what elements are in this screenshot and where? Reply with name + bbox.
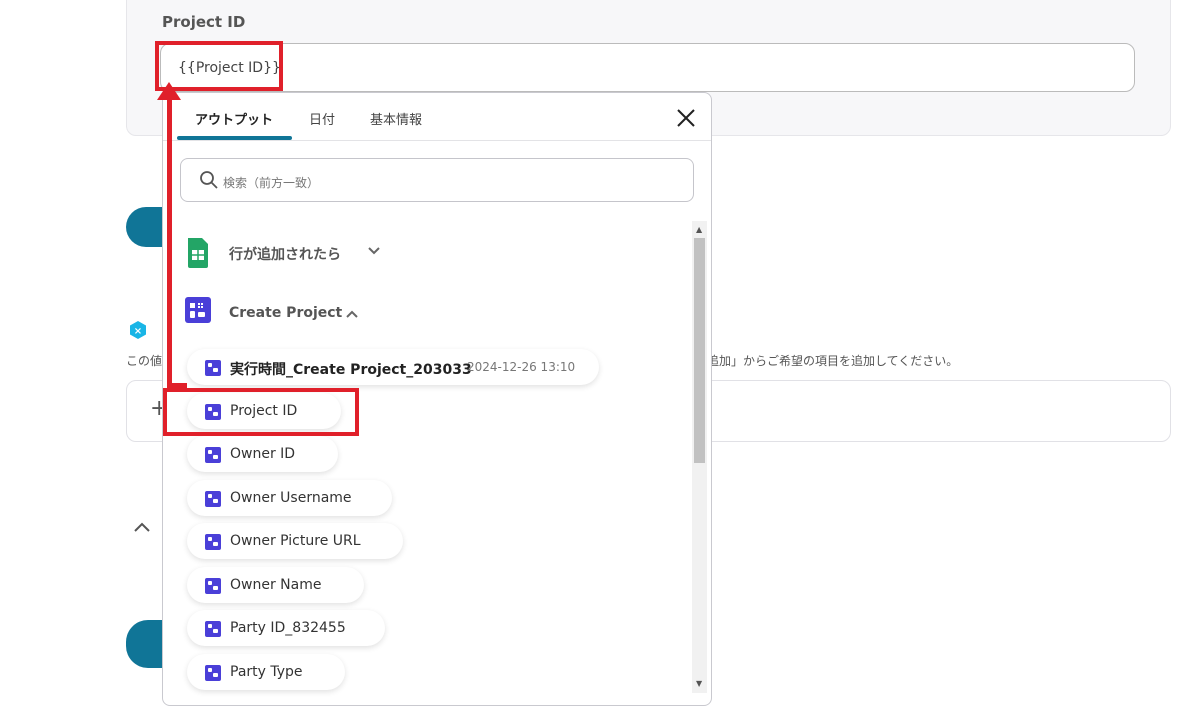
item-label: 実行時間_Create Project_203033 [230,362,472,378]
tab-basic-info[interactable]: 基本情報 [370,109,422,128]
item-label: Owner ID [230,446,296,462]
list-item[interactable]: Owner ID [187,436,338,472]
annotation-line [167,98,172,388]
tab-divider [163,140,711,141]
app-icon [205,621,221,637]
highlight-box-project-id [163,388,359,436]
list-item[interactable]: Owner Picture URL [187,523,403,559]
app-icon [205,491,221,507]
list-item[interactable]: Party ID_832455 [187,610,385,646]
close-icon[interactable] [675,107,697,129]
svg-text:×: × [134,326,142,337]
help-text-continued: 追加」からご希望の項目を追加してください。 [707,354,959,368]
list-item[interactable]: Owner Name [187,567,364,603]
google-sheets-icon [188,238,208,268]
collapse-chevron-icon[interactable] [133,517,151,538]
item-label: Owner Picture URL [230,533,361,549]
help-text: この値 [126,354,163,368]
app-icon [205,447,221,463]
item-value-preview: 2024-12-26 13:10 [467,360,576,374]
item-label: Owner Username [230,490,352,506]
app-icon [205,578,221,594]
primary-action-button[interactable] [126,207,166,247]
list-item[interactable]: Party Type [187,654,345,690]
tab-date[interactable]: 日付 [309,109,335,128]
app-icon [185,297,211,323]
app-icon [205,534,221,550]
scroll-down-icon[interactable]: ▼ [696,679,702,688]
list-item[interactable]: 実行時間_Create Project_203033 2024-12-26 13… [187,349,599,385]
tab-output[interactable]: アウトプット [195,109,273,128]
search-icon [200,171,218,189]
app-logo-icon: × [130,321,146,339]
scrollbar-thumb[interactable] [694,238,705,463]
project-id-label: Project ID [162,13,246,31]
group-label: Create Project [229,305,343,321]
app-icon [205,665,221,681]
group-row-added[interactable]: 行が追加されたら [183,236,383,270]
search-placeholder: 検索（前方一致） [223,176,320,190]
group-create-project[interactable]: Create Project [183,297,383,331]
scroll-up-icon[interactable]: ▲ [696,225,702,234]
item-label: Party ID_832455 [230,620,346,636]
list-item[interactable]: Owner Username [187,480,392,516]
item-label: Party Type [230,664,303,680]
project-id-input[interactable]: {{Project ID}} [160,43,1135,92]
chevron-down-icon[interactable] [367,246,381,256]
group-label: 行が追加されたら [229,247,341,263]
search-input[interactable]: 検索（前方一致） [180,158,694,202]
annotation-arrow-icon [157,82,181,100]
item-label: Owner Name [230,577,322,593]
secondary-action-button[interactable] [126,620,166,668]
app-icon [205,360,221,376]
chevron-up-icon[interactable] [345,309,359,319]
